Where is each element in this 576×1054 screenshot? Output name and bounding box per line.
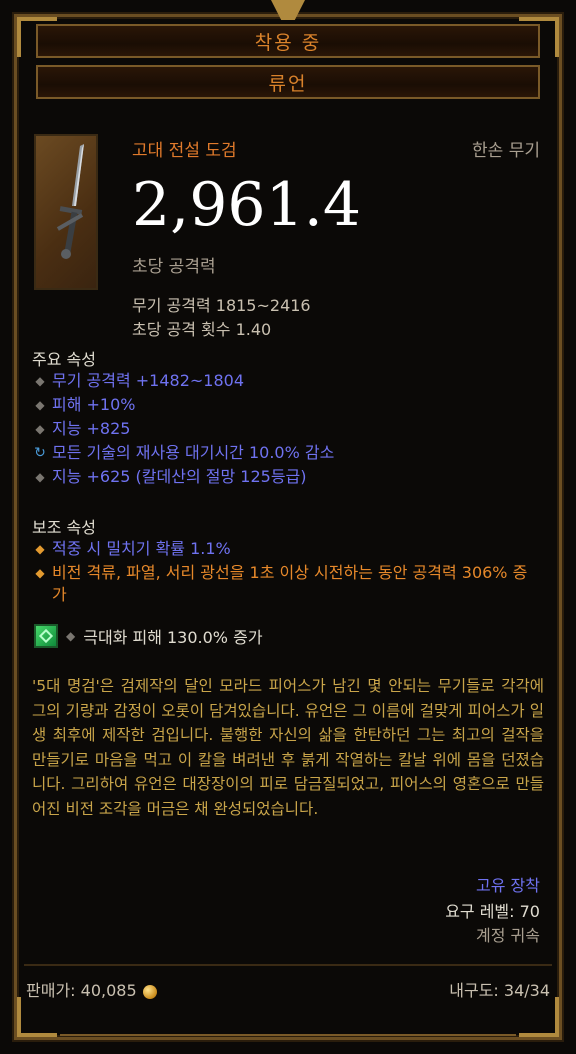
enchant-cycle-icon: ↻ xyxy=(34,445,46,461)
emerald-gem-icon xyxy=(34,624,58,648)
flavor-text: '5대 명검'은 검제작의 달인 모라드 피어스가 남긴 몇 안되는 무기들로 … xyxy=(32,677,544,818)
durability: 내구도: 34/34 xyxy=(449,981,550,1000)
socket-row: ◆ 극대화 피해 130.0% 증가 xyxy=(34,624,263,648)
primary-affix: ◆ 지능 +625 (칼데산의 절망 125등급) xyxy=(32,466,306,488)
sword-icon xyxy=(34,134,98,290)
dps-label: 초당 공격력 xyxy=(132,257,216,277)
primary-affix: ↻ 모든 기술의 재사용 대기시간 10.0% 감소 xyxy=(32,442,334,464)
secondary-affix: ◆ 적중 시 밀치기 확률 1.1% xyxy=(32,538,230,560)
tooltip-body: 고대 전설 도검 한손 무기 2,961.4 초당 공격력 무기 공격력 181… xyxy=(22,114,554,954)
attack-speed: 초당 공격 횟수 1.40 xyxy=(132,320,272,339)
weapon-damage: 무기 공격력 1815~2416 xyxy=(132,296,311,315)
sell-price: 판매가: 40,085 xyxy=(26,977,157,1001)
gold-coin-icon xyxy=(142,984,157,999)
diamond-bullet-icon: ◆ xyxy=(35,398,45,412)
tooltip-footer: 판매가: 40,085 내구도: 34/34 xyxy=(26,974,550,1004)
gem-effect: 극대화 피해 130.0% 증가 xyxy=(83,628,263,647)
diamond-bullet-icon: ◆ xyxy=(35,374,45,388)
orange-diamond-bullet-icon: ◆ xyxy=(35,542,45,556)
footer-divider xyxy=(24,964,552,966)
secondary-section-title: 보조 속성 xyxy=(32,518,96,537)
primary-affix: ◆ 무기 공격력 +1482~1804 xyxy=(32,370,244,392)
diamond-bullet-icon: ◆ xyxy=(35,470,45,484)
primary-affix: ◆ 지능 +825 xyxy=(32,418,130,440)
item-name-header: 류언 xyxy=(36,65,540,99)
legendary-affix: ◆ 비전 격류, 파열, 서리 광선을 1초 이상 시전하는 동안 공격력 30… xyxy=(32,562,542,606)
diamond-bullet-icon: ◆ xyxy=(66,629,76,643)
account-bound: 계정 귀속 xyxy=(476,926,540,945)
primary-affix: ◆ 피해 +10% xyxy=(32,394,135,416)
required-level: 요구 레벨: 70 xyxy=(445,902,540,921)
primary-section-title: 주요 속성 xyxy=(32,350,96,369)
item-tooltip: 착용 중 류언 고대 전설 도검 한손 무기 2,961.4 초당 공격력 무기… xyxy=(0,0,576,1054)
dps-value: 2,961.4 xyxy=(132,170,362,240)
unique-equipped: 고유 장착 xyxy=(476,876,540,895)
diamond-bullet-icon: ◆ xyxy=(35,422,45,436)
item-slot: 한손 무기 xyxy=(472,141,540,161)
equipped-header: 착용 중 xyxy=(36,24,540,58)
item-type: 고대 전설 도검 xyxy=(132,141,237,161)
bottom-ornament xyxy=(60,1034,516,1046)
orange-diamond-bullet-icon: ◆ xyxy=(35,566,45,580)
